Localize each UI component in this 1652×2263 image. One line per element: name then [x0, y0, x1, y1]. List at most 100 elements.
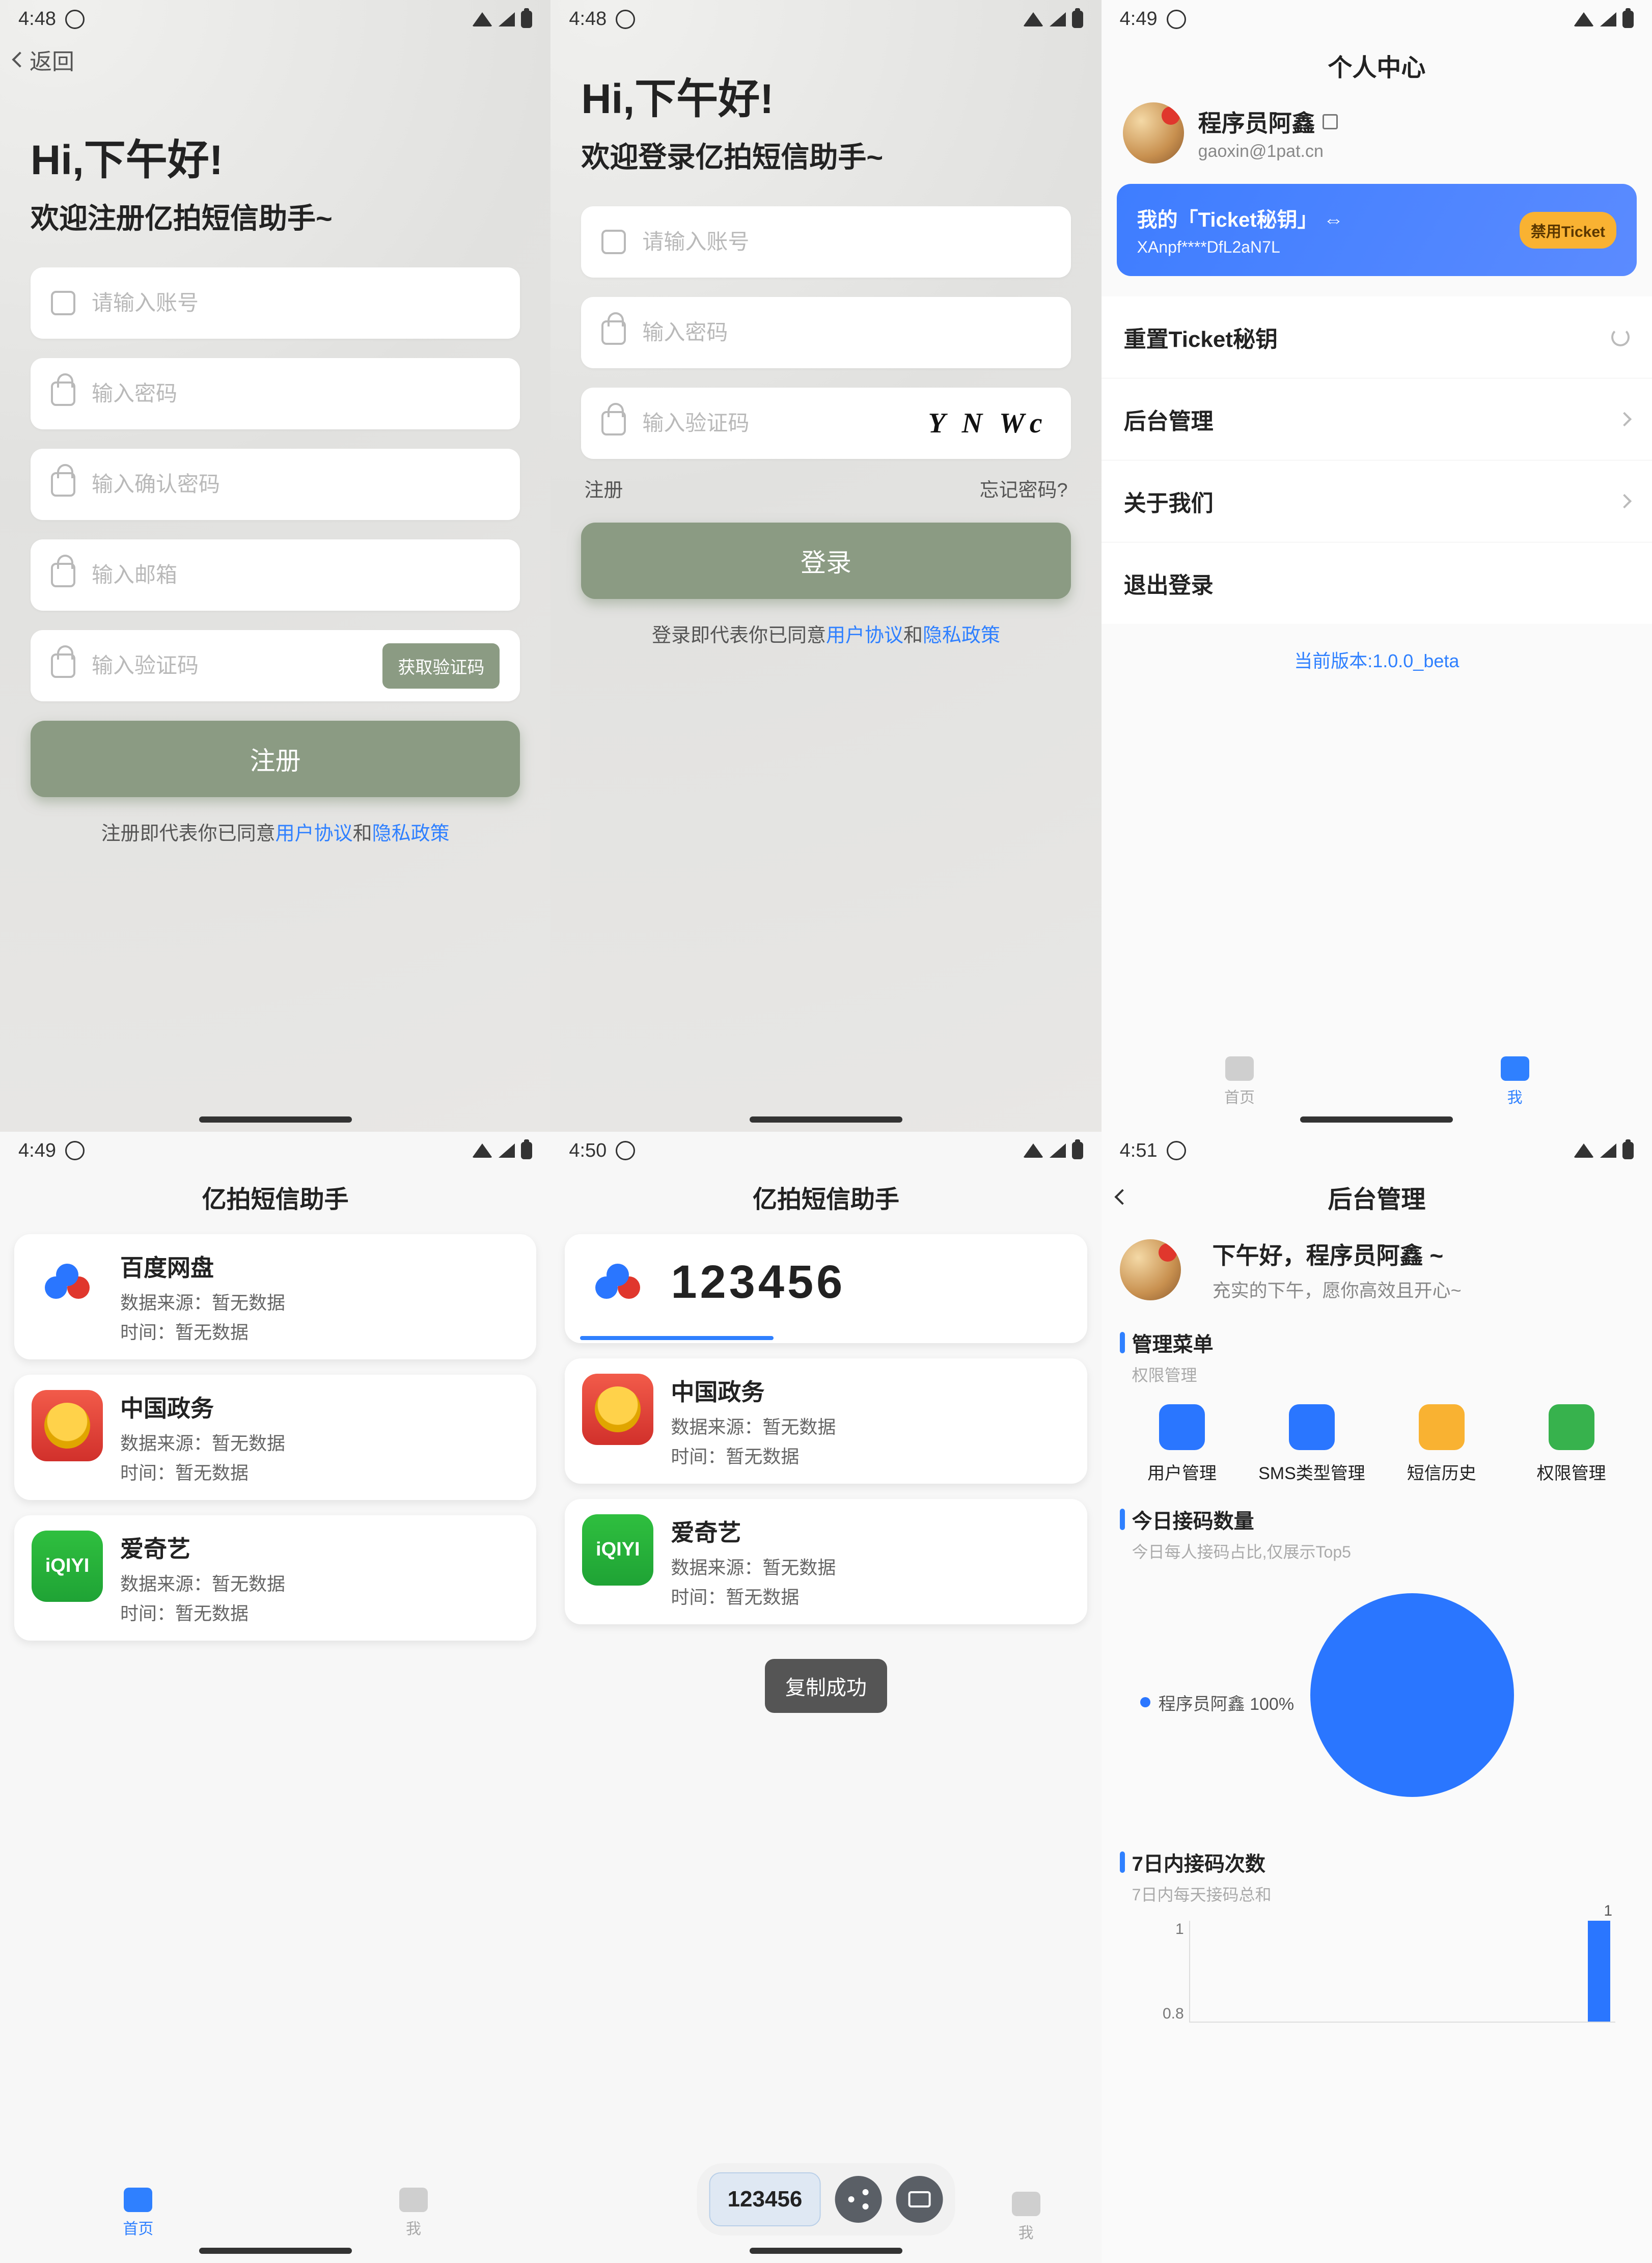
edit-icon[interactable]: [1323, 114, 1338, 129]
app-card-iqiyi[interactable]: iQIYI 爱奇艺 数据来源：暂无数据 时间：暂无数据: [14, 1515, 536, 1641]
battery-icon: [521, 11, 532, 28]
mini-label: SMS类型管理: [1258, 1459, 1365, 1484]
lock-icon: [51, 472, 75, 497]
lock-icon: [601, 320, 626, 345]
captcha-image[interactable]: Y N Wc: [925, 407, 1050, 440]
greeting: Hi,下午好!: [581, 65, 1070, 125]
screen-assistant-list: 4:49 亿拍短信助手 百度网盘 数据来源：暂无数据 时间：暂无数据: [0, 1132, 550, 2263]
page-title: 亿拍短信助手: [550, 1166, 1101, 1224]
y-tick: 1: [1138, 1921, 1184, 1938]
code-card[interactable]: 123456: [565, 1234, 1087, 1336]
chevron-left-icon: [12, 51, 27, 67]
email-field[interactable]: [31, 539, 520, 611]
cast-button[interactable]: [896, 2176, 943, 2223]
app-name: 百度网盘: [120, 1249, 519, 1283]
tab-me[interactable]: 我: [1012, 2192, 1040, 2243]
chevron-right-icon: [1617, 494, 1632, 508]
clock: 4:51: [1120, 1140, 1158, 1162]
password-field[interactable]: [581, 297, 1070, 368]
back-button[interactable]: 返回: [0, 34, 550, 85]
china-gov-icon: [582, 1374, 653, 1445]
section-title: 管理菜单: [1132, 1328, 1214, 1357]
confirm-password-field[interactable]: [31, 449, 520, 520]
battery-icon: [1622, 11, 1634, 28]
code-field[interactable]: Y N Wc: [581, 388, 1070, 459]
code-field[interactable]: 获取验证码: [31, 630, 520, 701]
home-handle[interactable]: [750, 2248, 902, 2254]
face-icon: [65, 1141, 85, 1160]
menu-reset-ticket[interactable]: 重置Ticket秘钥: [1102, 296, 1652, 378]
account-input[interactable]: [91, 290, 500, 316]
app-card-iqiyi[interactable]: iQIYI 爱奇艺 数据来源：暂无数据 时间：暂无数据: [565, 1499, 1087, 1624]
confirm-password-input[interactable]: [91, 472, 500, 497]
privacy-link[interactable]: 隐私政策: [372, 823, 450, 844]
password-field[interactable]: [31, 358, 520, 429]
home-handle[interactable]: [1300, 1116, 1453, 1123]
iqiyi-icon: iQIYI: [582, 1514, 653, 1586]
baidu-pan-icon: [582, 1249, 653, 1321]
terms-link[interactable]: 用户协议: [276, 823, 353, 844]
home-handle[interactable]: [750, 1116, 902, 1123]
email-input[interactable]: [91, 562, 500, 588]
tab-home[interactable]: 首页: [123, 2188, 153, 2239]
menu-logout[interactable]: 退出登录: [1102, 542, 1652, 624]
home-handle[interactable]: [199, 1116, 352, 1123]
forgot-password-link[interactable]: 忘记密码?: [980, 474, 1068, 502]
tab-home[interactable]: 首页: [1224, 1056, 1255, 1107]
screen-login: 4:48 Hi,下午好! 欢迎登录亿拍短信助手~: [550, 0, 1101, 1132]
admin-mini-0[interactable]: 用户管理: [1120, 1404, 1245, 1484]
section-subtitle: 权限管理: [1132, 1362, 1634, 1386]
wifi-icon: [1574, 12, 1594, 26]
avatar[interactable]: [1123, 102, 1184, 163]
section-subtitle: 7日内每天接码总和: [1132, 1882, 1634, 1905]
user-icon: [51, 291, 75, 315]
register-button[interactable]: 注册: [31, 721, 520, 797]
login-button[interactable]: 登录: [581, 523, 1070, 599]
app-card-baidu[interactable]: 百度网盘 数据来源：暂无数据 时间：暂无数据: [14, 1234, 536, 1359]
clipboard-chip[interactable]: 123456: [709, 2172, 821, 2226]
back-button[interactable]: [1114, 1189, 1130, 1205]
clipboard-dock: 123456: [697, 2163, 955, 2235]
profile-header[interactable]: 程序员阿鑫 gaoxin@1pat.cn: [1102, 92, 1652, 184]
home-handle[interactable]: [199, 2248, 352, 2254]
code-input[interactable]: [91, 653, 382, 678]
wifi-icon: [472, 12, 492, 26]
tab-me[interactable]: 我: [399, 2188, 428, 2239]
menu-admin[interactable]: 后台管理: [1102, 378, 1652, 460]
get-code-button[interactable]: 获取验证码: [382, 643, 500, 689]
ticket-label: 我的「Ticket秘钥」: [1137, 209, 1318, 231]
admin-mini-2[interactable]: 短信历史: [1379, 1404, 1504, 1484]
agreement-text: 登录即代表你已同意用户协议和隐私政策: [581, 619, 1070, 647]
share-button[interactable]: [835, 2176, 882, 2223]
signal-icon: [499, 1143, 515, 1158]
app-card-gov[interactable]: 中国政务 数据来源：暂无数据 时间：暂无数据: [14, 1375, 536, 1500]
me-icon: [1501, 1056, 1529, 1081]
clock: 4:49: [18, 1140, 56, 1162]
battery-icon: [521, 1142, 532, 1159]
page-title: 亿拍短信助手: [0, 1166, 550, 1224]
clock: 4:49: [1120, 8, 1158, 30]
account-input[interactable]: [641, 229, 1050, 255]
privacy-link[interactable]: 隐私政策: [923, 625, 1000, 646]
tab-me[interactable]: 我: [1501, 1056, 1529, 1107]
battery-icon: [1072, 11, 1083, 28]
face-icon: [1167, 10, 1186, 29]
status-bar: 4:48: [0, 0, 550, 34]
page-title: 后台管理: [1140, 1179, 1613, 1215]
account-field[interactable]: [31, 267, 520, 339]
greeting-line-2: 充实的下午，愿你高效且开心~: [1213, 1276, 1462, 1302]
status-bar: 4:49: [0, 1132, 550, 1166]
signal-icon: [499, 12, 515, 26]
terms-link[interactable]: 用户协议: [826, 625, 903, 646]
page-title: 个人中心: [1102, 34, 1652, 92]
admin-mini-1[interactable]: SMS类型管理: [1249, 1404, 1374, 1484]
code-input[interactable]: [641, 411, 925, 436]
disable-ticket-button[interactable]: 禁用Ticket: [1520, 212, 1616, 249]
app-card-gov[interactable]: 中国政务 数据来源：暂无数据 时间：暂无数据: [565, 1358, 1087, 1484]
password-input[interactable]: [641, 320, 1050, 345]
password-input[interactable]: [91, 381, 500, 406]
admin-mini-3[interactable]: 权限管理: [1509, 1404, 1634, 1484]
goto-register-link[interactable]: 注册: [584, 474, 623, 502]
menu-about[interactable]: 关于我们: [1102, 460, 1652, 542]
account-field[interactable]: [581, 206, 1070, 278]
